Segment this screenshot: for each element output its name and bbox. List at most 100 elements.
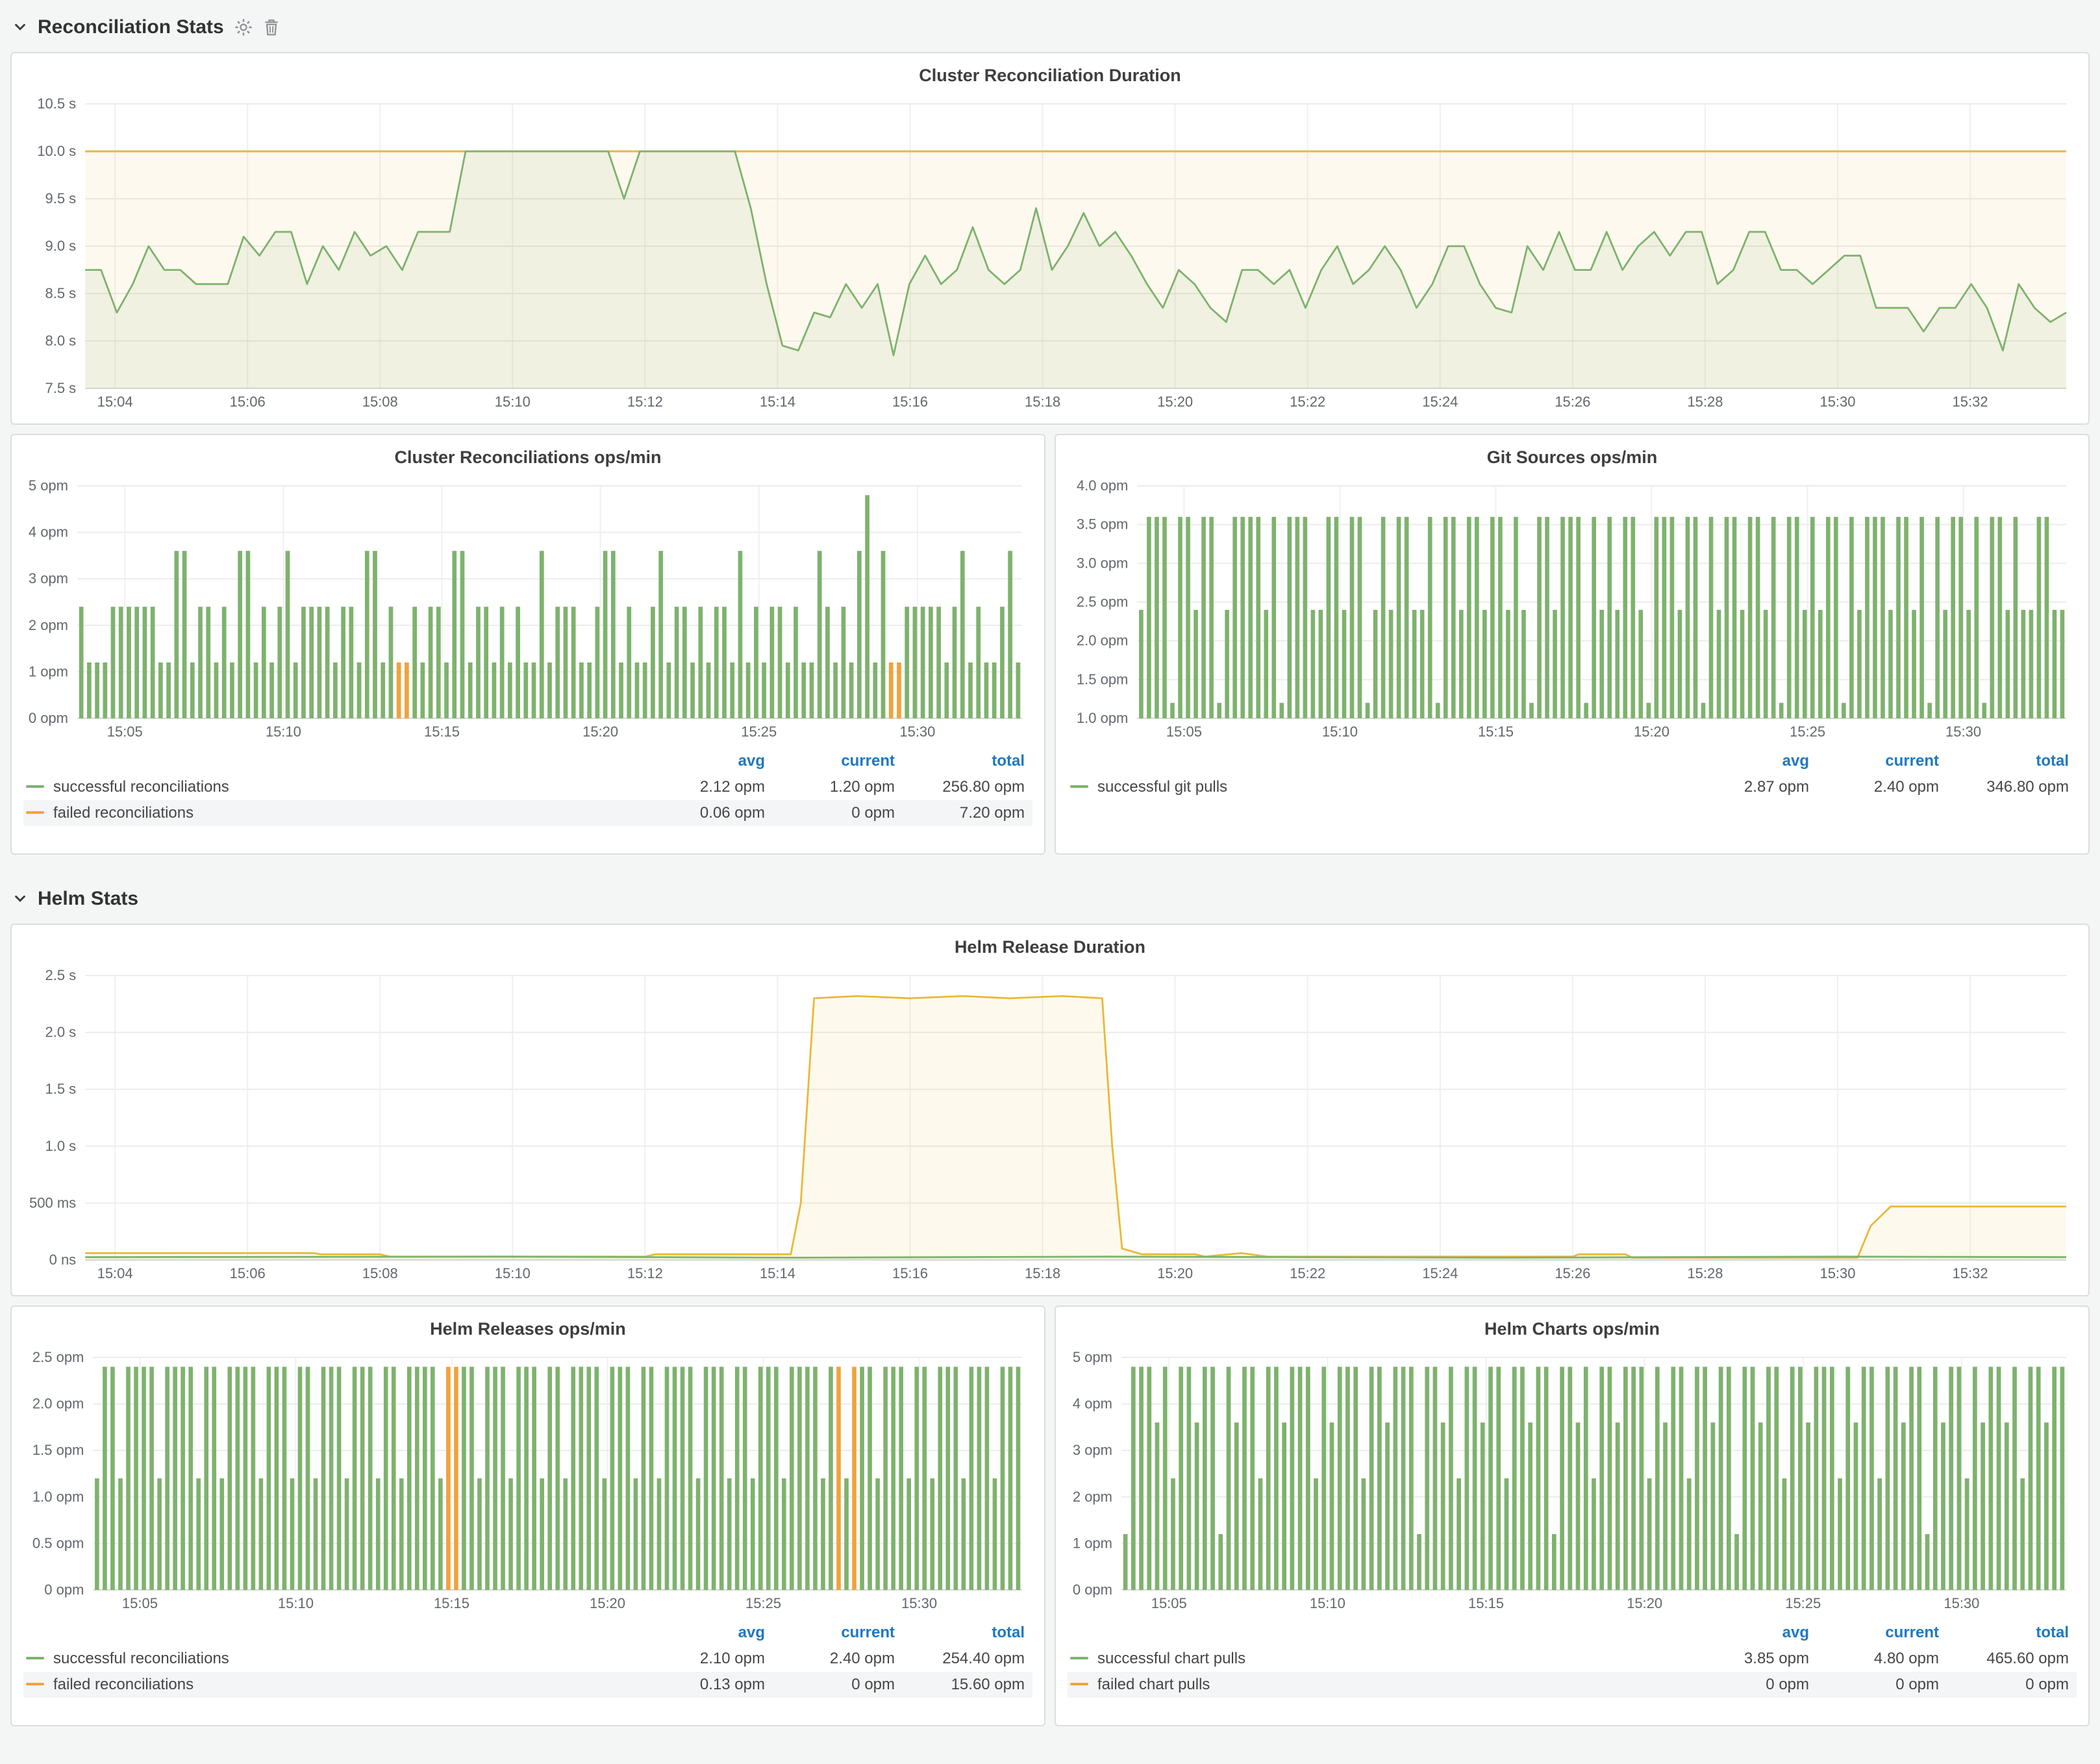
- legend-header-total[interactable]: total: [1947, 1620, 2077, 1646]
- legend-table: avgcurrenttotal successful reconciliation…: [23, 1620, 1032, 1698]
- svg-text:15:08: 15:08: [362, 1265, 398, 1281]
- legend-label-cell[interactable]: successful git pulls: [1068, 774, 1687, 800]
- legend-series-label[interactable]: successful reconciliations: [53, 1650, 229, 1667]
- legend-header-avg[interactable]: avg: [1687, 1620, 1817, 1646]
- legend-value-avg: 2.10 opm: [643, 1646, 773, 1672]
- section-title-reconciliation-stats[interactable]: Reconciliation Stats: [38, 16, 224, 38]
- legend-value-current: 1.20 opm: [773, 774, 903, 800]
- svg-text:15:06: 15:06: [230, 1265, 266, 1281]
- legend-table: avgcurrenttotal successful reconciliation…: [23, 748, 1032, 826]
- legend-header-current[interactable]: current: [773, 748, 903, 774]
- svg-text:9.0 s: 9.0 s: [45, 238, 76, 254]
- legend-value-total: 0 opm: [1947, 1672, 2077, 1698]
- svg-text:15:04: 15:04: [97, 1265, 133, 1281]
- legend-series-label[interactable]: failed reconciliations: [53, 804, 194, 822]
- chart-helm-releases-opm[interactable]: 0 opm0.5 opm1.0 opm1.5 opm2.0 opm2.5 opm…: [21, 1346, 1035, 1616]
- svg-text:15:14: 15:14: [760, 1265, 795, 1281]
- legend-header-row: avgcurrenttotal: [1068, 748, 2077, 774]
- svg-text:15:24: 15:24: [1422, 1265, 1458, 1281]
- svg-text:1 opm: 1 opm: [29, 663, 68, 679]
- legend-value-total: 254.40 opm: [903, 1646, 1032, 1672]
- svg-text:4 opm: 4 opm: [29, 524, 68, 540]
- legend-header-avg[interactable]: avg: [643, 1620, 773, 1646]
- svg-text:8.0 s: 8.0 s: [45, 333, 76, 349]
- legend-header-current[interactable]: current: [1817, 748, 1947, 774]
- svg-text:15:10: 15:10: [1310, 1595, 1345, 1611]
- legend-series-swatch: [26, 785, 44, 788]
- row-header-helm-stats[interactable]: Helm Stats: [13, 882, 2090, 916]
- legend-header-avg[interactable]: avg: [1687, 748, 1817, 774]
- trash-icon[interactable]: [263, 18, 280, 36]
- svg-text:15:20: 15:20: [1157, 1265, 1193, 1281]
- svg-text:15:24: 15:24: [1422, 394, 1458, 410]
- legend-label-cell[interactable]: failed reconciliations: [23, 800, 643, 826]
- row-header-reconciliation-stats[interactable]: Reconciliation Stats: [13, 10, 2090, 44]
- panel-cluster-reconciliation-duration: Cluster Reconciliation Duration 7.5 s8.0…: [10, 52, 2090, 425]
- svg-text:2.0 s: 2.0 s: [45, 1024, 76, 1040]
- svg-text:1.5 s: 1.5 s: [45, 1081, 76, 1097]
- chart-cluster-reconciliation-duration[interactable]: 7.5 s8.0 s8.5 s9.0 s9.5 s10.0 s10.5 s15:…: [21, 92, 2079, 414]
- panel-title[interactable]: Helm Releases ops/min: [21, 1315, 1035, 1346]
- legend-header-total[interactable]: total: [1947, 748, 2077, 774]
- chart-cluster-reconciliations-opm[interactable]: 0 opm1 opm2 opm3 opm4 opm5 opm15:0515:10…: [21, 474, 1035, 744]
- svg-text:10.5 s: 10.5 s: [37, 95, 76, 112]
- legend-series-label[interactable]: failed chart pulls: [1097, 1676, 1210, 1693]
- svg-text:2 opm: 2 opm: [1073, 1489, 1112, 1505]
- legend-label-cell[interactable]: failed chart pulls: [1068, 1672, 1687, 1698]
- panel-title[interactable]: Helm Charts ops/min: [1065, 1315, 2079, 1346]
- legend-header-avg[interactable]: avg: [643, 748, 773, 774]
- svg-text:15:25: 15:25: [1790, 724, 1825, 740]
- legend-helm-releases: avgcurrenttotal successful reconciliation…: [21, 1620, 1035, 1698]
- legend-value-total: 465.60 opm: [1947, 1646, 2077, 1672]
- svg-text:5 opm: 5 opm: [29, 477, 68, 494]
- legend-series-swatch: [1070, 785, 1088, 788]
- legend-header-current[interactable]: current: [1817, 1620, 1947, 1646]
- gear-icon[interactable]: [234, 18, 253, 36]
- panel-title[interactable]: Cluster Reconciliations ops/min: [21, 443, 1035, 474]
- legend-value-avg: 3.85 opm: [1687, 1646, 1817, 1672]
- chevron-down-icon[interactable]: [13, 20, 27, 34]
- legend-label-cell[interactable]: failed reconciliations: [23, 1672, 643, 1698]
- chevron-down-icon[interactable]: [13, 892, 27, 906]
- panel-title[interactable]: Cluster Reconciliation Duration: [21, 61, 2079, 92]
- svg-text:15:12: 15:12: [627, 394, 663, 410]
- legend-header-total[interactable]: total: [903, 1620, 1032, 1646]
- legend-series-label[interactable]: successful reconciliations: [53, 778, 229, 796]
- legend-series-label[interactable]: failed reconciliations: [53, 1676, 194, 1693]
- chart-svg: 0 opm1 opm2 opm3 opm4 opm5 opm15:0515:10…: [21, 474, 1035, 744]
- legend-series-label[interactable]: successful git pulls: [1097, 778, 1227, 796]
- svg-text:15:18: 15:18: [1025, 394, 1060, 410]
- svg-text:15:05: 15:05: [122, 1595, 158, 1611]
- legend-label-cell[interactable]: successful reconciliations: [23, 1646, 643, 1672]
- panel-title[interactable]: Helm Release Duration: [21, 933, 2079, 964]
- legend-value-current: 0 opm: [1817, 1672, 1947, 1698]
- chart-helm-charts-opm[interactable]: 0 opm1 opm2 opm3 opm4 opm5 opm15:0515:10…: [1065, 1346, 2079, 1616]
- legend-value-avg: 0.13 opm: [643, 1672, 773, 1698]
- section-title-helm-stats[interactable]: Helm Stats: [38, 888, 138, 910]
- panel-row: Helm Releases ops/min 0 opm0.5 opm1.0 op…: [10, 1305, 2090, 1735]
- legend-label-cell[interactable]: successful chart pulls: [1068, 1646, 1687, 1672]
- svg-text:15:08: 15:08: [362, 394, 398, 410]
- svg-text:15:16: 15:16: [892, 394, 928, 410]
- svg-text:1 opm: 1 opm: [1073, 1535, 1112, 1551]
- legend-series-label[interactable]: successful chart pulls: [1097, 1650, 1245, 1667]
- legend-value-current: 0 opm: [773, 800, 903, 826]
- chart-git-sources-opm[interactable]: 1.0 opm1.5 opm2.0 opm2.5 opm3.0 opm3.5 o…: [1065, 474, 2079, 744]
- legend-label-cell[interactable]: successful reconciliations: [23, 774, 643, 800]
- svg-text:2.5 s: 2.5 s: [45, 967, 76, 983]
- panel-title[interactable]: Git Sources ops/min: [1065, 443, 2079, 474]
- legend-header-total[interactable]: total: [903, 748, 1032, 774]
- svg-text:15:15: 15:15: [1478, 724, 1514, 740]
- svg-text:0 opm: 0 opm: [29, 710, 68, 726]
- svg-text:15:25: 15:25: [741, 724, 777, 740]
- svg-text:15:30: 15:30: [1819, 1265, 1855, 1281]
- legend-value-current: 2.40 opm: [1817, 774, 1947, 800]
- legend-header-current[interactable]: current: [773, 1620, 903, 1646]
- grafana-dashboard: Reconciliation Stats Cluster Recon: [0, 0, 2100, 1746]
- legend-value-avg: 2.87 opm: [1687, 774, 1817, 800]
- svg-text:0.5 opm: 0.5 opm: [32, 1535, 84, 1551]
- legend-value-current: 2.40 opm: [773, 1646, 903, 1672]
- svg-text:9.5 s: 9.5 s: [45, 190, 76, 207]
- chart-svg: 1.0 opm1.5 opm2.0 opm2.5 opm3.0 opm3.5 o…: [1065, 474, 2079, 744]
- chart-helm-release-duration[interactable]: 0 ns500 ms1.0 s1.5 s2.0 s2.5 s15:0415:06…: [21, 964, 2079, 1286]
